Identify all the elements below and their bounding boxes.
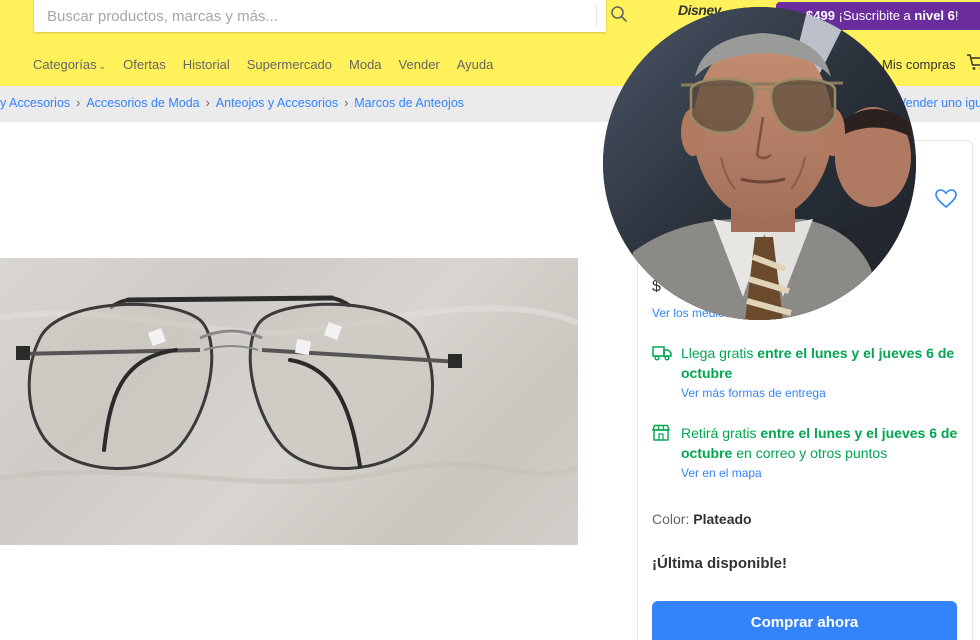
nav-item-supermercado[interactable]: Supermercado: [247, 57, 332, 72]
listing-page: Disney $499 ¡Suscribite a nivel 6! Categ…: [0, 0, 980, 640]
buy-now-button[interactable]: Comprar ahora: [652, 601, 957, 640]
nav-item-ofertas[interactable]: Ofertas: [123, 57, 166, 72]
promo-suffix: !: [954, 8, 959, 23]
pickup-text: Retirá gratis entre el lunes y el jueves…: [681, 423, 971, 463]
shipping-info: Llega gratis entre el lunes y el jueves …: [652, 343, 962, 403]
chevron-down-icon: ⌄: [98, 61, 107, 71]
stock-status: ¡Última disponible!: [652, 555, 787, 572]
shipping-text: Llega gratis entre el lunes y el jueves …: [681, 343, 971, 383]
view-map-link[interactable]: Ver en el mapa: [681, 466, 762, 480]
chevron-right-icon: ›: [205, 96, 210, 110]
sell-similar-link[interactable]: Vender uno igual: [898, 96, 980, 110]
nav-item-moda[interactable]: Moda: [349, 57, 382, 72]
color-selector[interactable]: Color: Plateado: [652, 511, 752, 527]
nav-item-vender[interactable]: Vender: [399, 57, 440, 72]
shipping-prefix: Llega gratis: [681, 345, 758, 361]
main-nav: Categorías ⌄ Ofertas Historial Supermerca…: [33, 57, 510, 72]
search-input[interactable]: [34, 0, 562, 32]
color-value: Plateado: [693, 511, 752, 527]
breadcrumb-item[interactable]: Accesorios de Moda: [86, 96, 199, 110]
nav-item-categorias[interactable]: Categorías ⌄: [33, 57, 106, 72]
search-button[interactable]: [597, 0, 641, 32]
chevron-right-icon: ›: [76, 96, 81, 110]
search-icon: [611, 6, 627, 22]
favorite-button[interactable]: [935, 189, 957, 214]
promo-text: ¡Suscribite a: [834, 8, 915, 23]
aviator-glasses-photo: [0, 295, 580, 485]
promo-level: nivel 6: [914, 8, 955, 23]
pickup-info: Retirá gratis entre el lunes y el jueves…: [652, 423, 962, 483]
cart-button[interactable]: [966, 52, 980, 77]
product-image[interactable]: [0, 258, 580, 545]
pickup-suffix: en correo y otros puntos: [732, 445, 888, 461]
search-bar: [34, 0, 627, 32]
nav-item-historial[interactable]: Historial: [183, 57, 230, 72]
breadcrumb-item[interactable]: y Accesorios: [0, 96, 70, 110]
breadcrumb-item[interactable]: Marcos de Anteojos: [354, 96, 464, 110]
cart-icon: [967, 54, 980, 70]
heart-icon: [935, 189, 957, 209]
nav-item-ayuda[interactable]: Ayuda: [457, 57, 494, 72]
color-label: Color:: [652, 511, 694, 527]
store-icon: [652, 424, 670, 441]
breadcrumb-item[interactable]: Anteojos y Accesorios: [216, 96, 338, 110]
breadcrumb: y Accesorios › Accesorios de Moda › Ante…: [0, 96, 464, 110]
nav-item-label: Categorías: [33, 57, 97, 72]
man-in-aviator-glasses-photo: [603, 7, 916, 320]
portrait-photo-overlay: [603, 7, 916, 320]
my-purchases-link[interactable]: Mis compras: [882, 57, 956, 72]
chevron-right-icon: ›: [344, 96, 349, 110]
pickup-prefix: Retirá gratis: [681, 425, 761, 441]
more-delivery-options-link[interactable]: Ver más formas de entrega: [681, 386, 826, 400]
truck-icon: [652, 346, 672, 361]
